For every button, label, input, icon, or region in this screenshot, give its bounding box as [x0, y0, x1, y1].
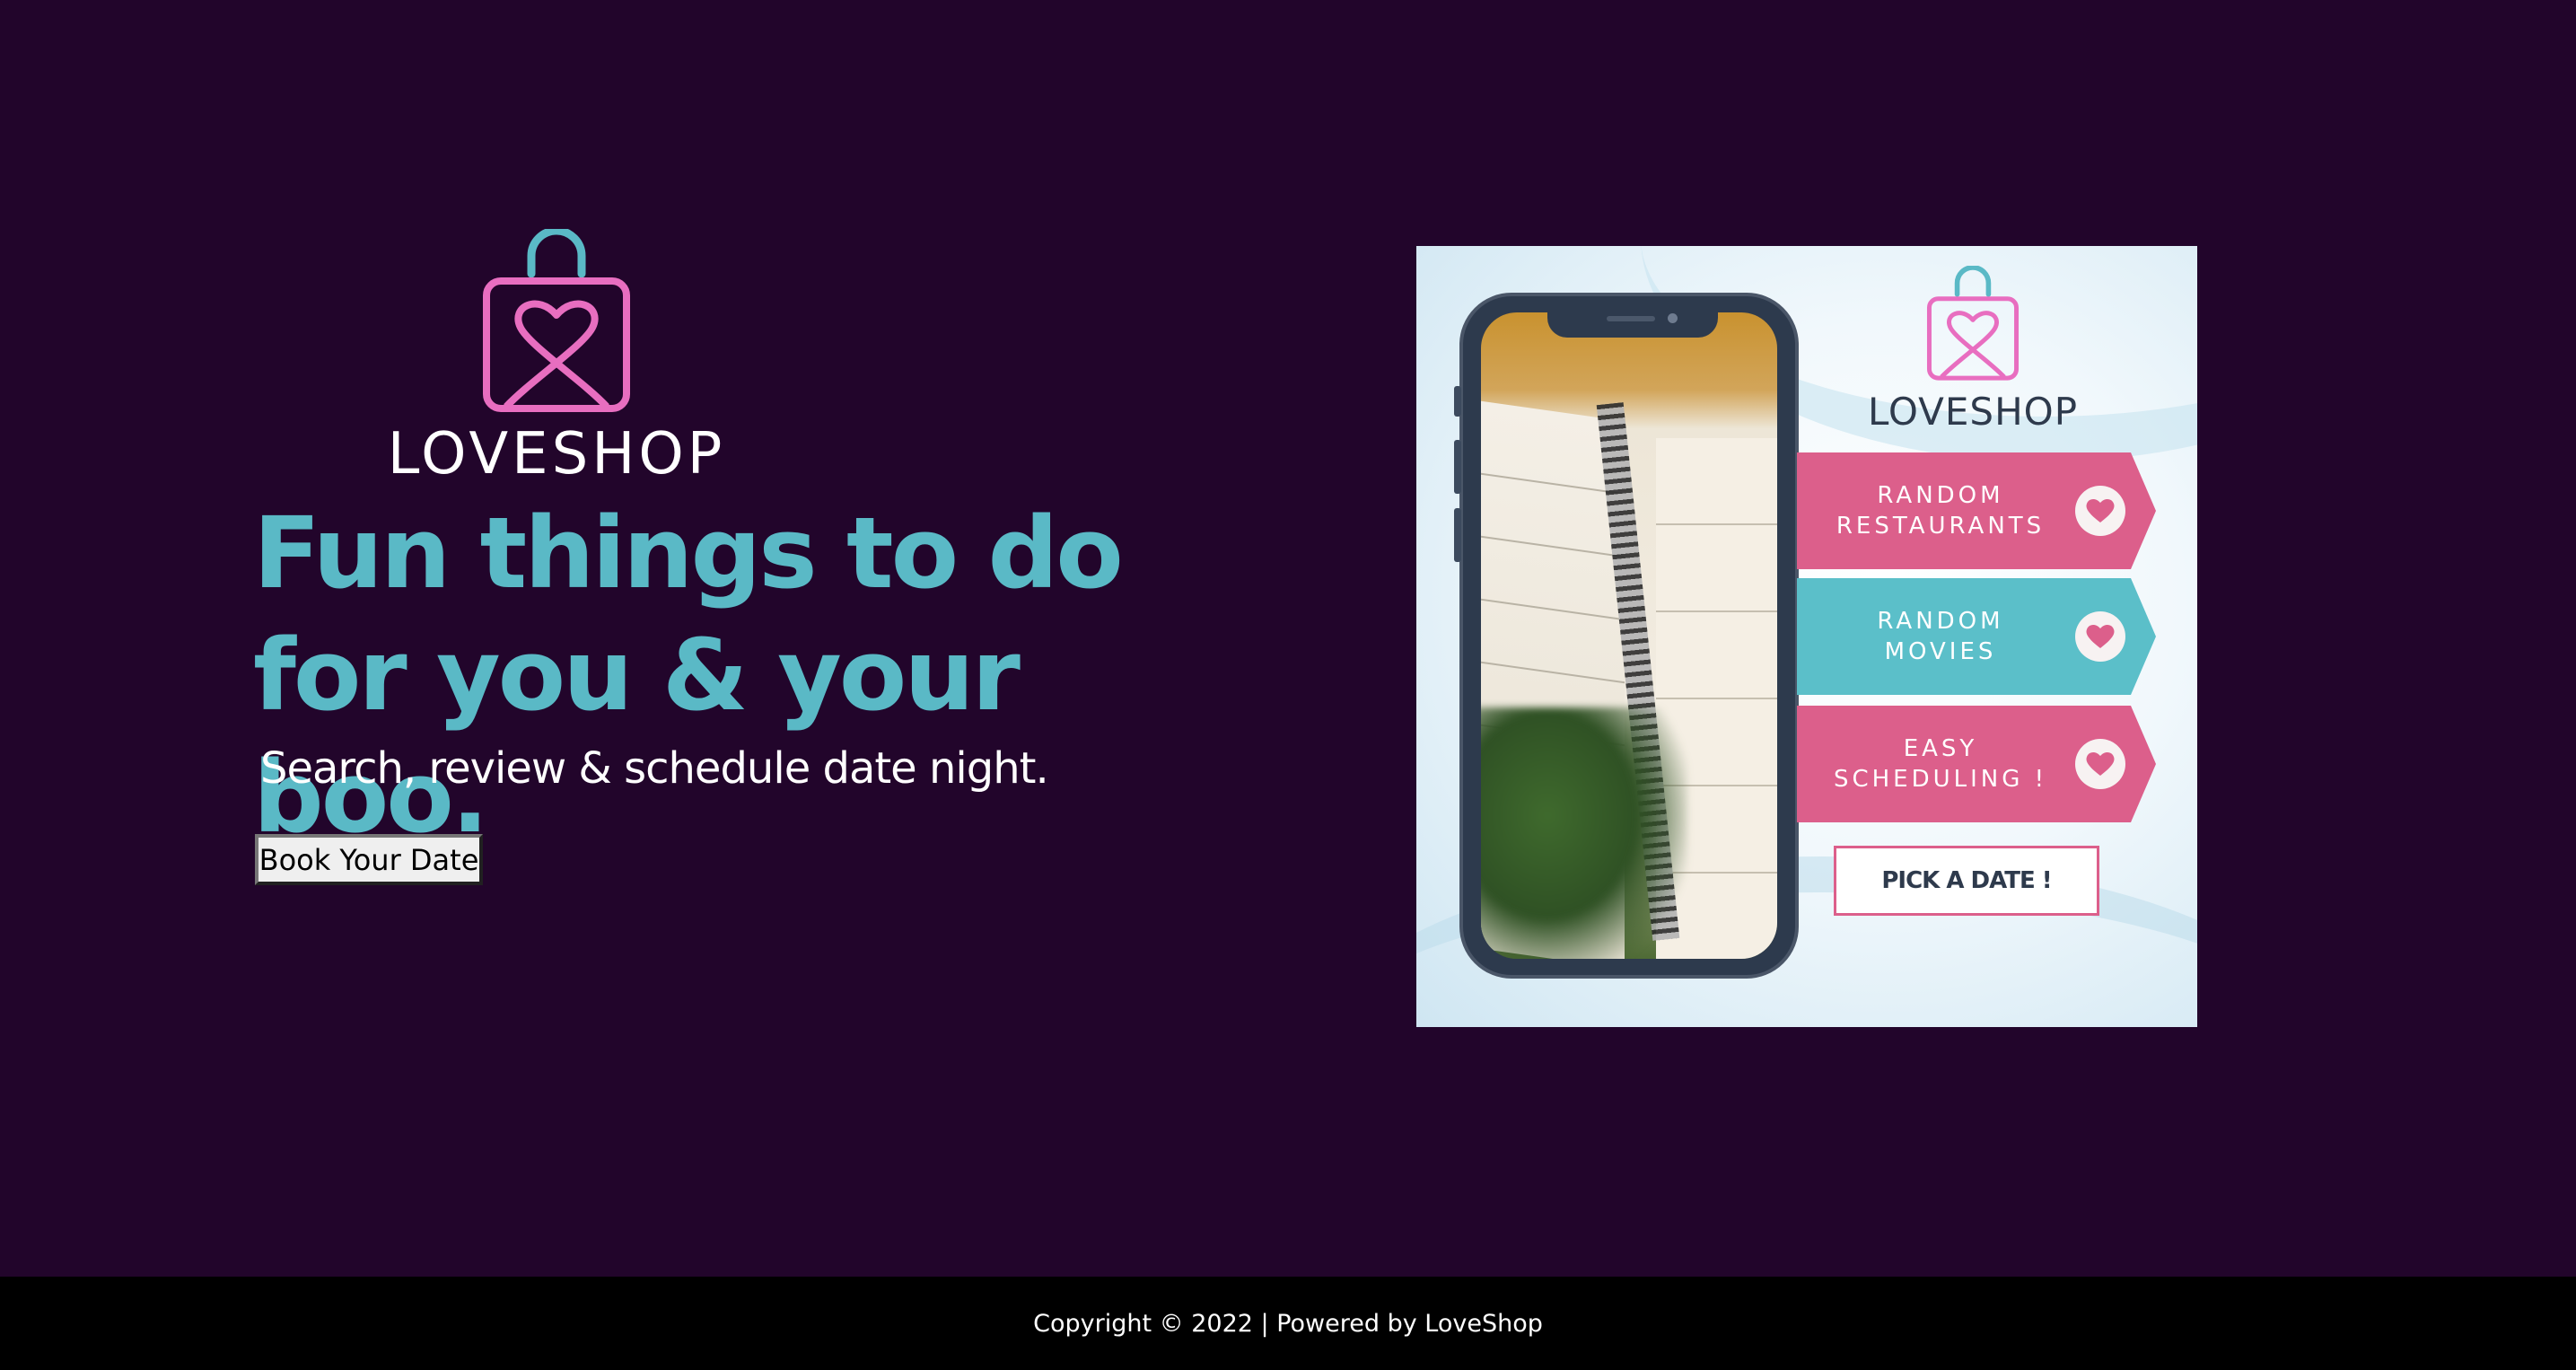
copyright-text: Copyright © 2022 | Powered by LoveShop — [1033, 1309, 1543, 1338]
ribbon-random-movies: RANDOM MOVIES — [1797, 578, 2156, 695]
footer: Copyright © 2022 | Powered by LoveShop — [0, 1277, 2576, 1370]
heart-icon — [2075, 739, 2125, 789]
phone-camera — [1668, 313, 1678, 323]
ribbon-label: RANDOM RESTAURANTS — [1836, 482, 2046, 540]
page-headline: Fun things to do for you & your boo. — [253, 492, 1240, 858]
promo-logo-wordmark: LOVESHOP — [1867, 390, 2079, 434]
phone-side-button — [1454, 386, 1461, 417]
heart-icon — [2075, 486, 2125, 536]
phone-notch — [1547, 296, 1718, 338]
phone-speaker — [1607, 316, 1655, 321]
pick-a-date-graphic: PICK A DATE ! — [1834, 846, 2099, 916]
plant-leaves — [1481, 707, 1687, 959]
promo-image: LOVESHOP RANDOM RESTAURANTS RANDOM MOVIE… — [1416, 246, 2197, 1027]
book-your-date-button[interactable]: Book Your Date — [255, 834, 483, 885]
hero-logo-wordmark: LOVESHOP — [387, 421, 726, 487]
ribbon-label: EASY SCHEDULING ! — [1833, 735, 2048, 793]
shopping-bag-heart-logo-icon — [483, 229, 630, 412]
phone-screen-planner-photo — [1481, 312, 1777, 959]
hero-logo: LOVESHOP — [386, 229, 727, 487]
heart-icon — [2075, 611, 2125, 662]
ribbon-random-restaurants: RANDOM RESTAURANTS — [1797, 452, 2156, 569]
promo-logo: LOVESHOP — [1865, 266, 2081, 434]
phone-mockup — [1454, 293, 1799, 979]
phone-side-button — [1454, 508, 1461, 562]
phone-side-button — [1454, 440, 1461, 494]
page-subheadline: Search, review & schedule date night. — [260, 743, 1049, 794]
ribbon-label: RANDOM MOVIES — [1877, 608, 2004, 665]
headline-line-2: for you & your boo. — [253, 618, 1021, 855]
ribbon-easy-scheduling: EASY SCHEDULING ! — [1797, 706, 2156, 822]
headline-line-1: Fun things to do — [253, 496, 1124, 610]
shopping-bag-heart-logo-icon — [1926, 266, 2020, 381]
